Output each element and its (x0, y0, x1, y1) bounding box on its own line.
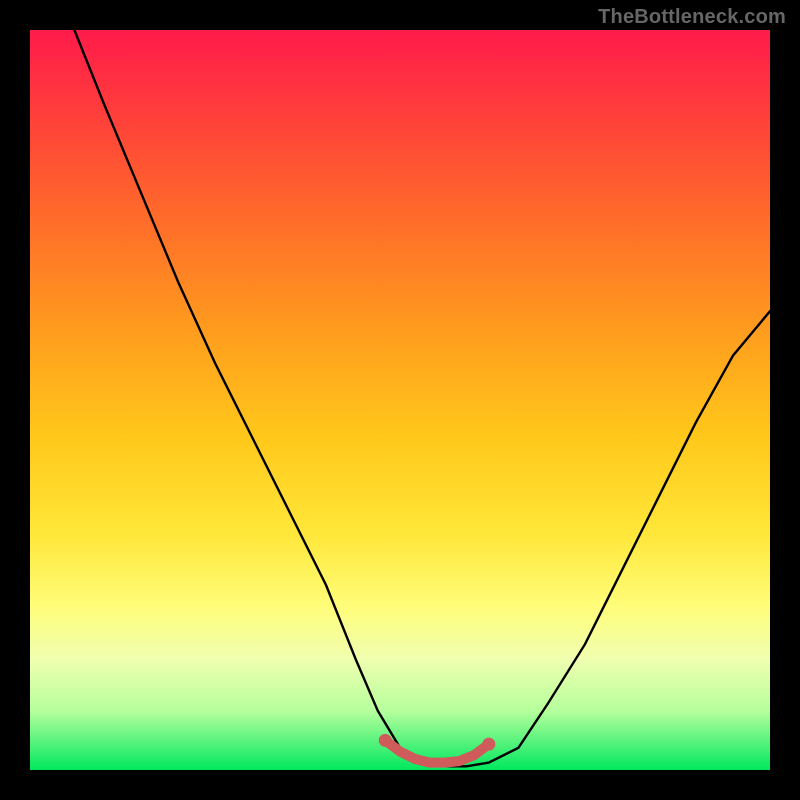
sweet-spot-endpoint (482, 738, 495, 751)
bottleneck-curve (74, 30, 770, 766)
sweet-spot-band (385, 740, 489, 762)
curve-layer (30, 30, 770, 770)
watermark-text: TheBottleneck.com (598, 6, 786, 29)
chart-frame: TheBottleneck.com (0, 0, 800, 800)
plot-area (30, 30, 770, 770)
sweet-spot-endpoint (379, 734, 392, 747)
